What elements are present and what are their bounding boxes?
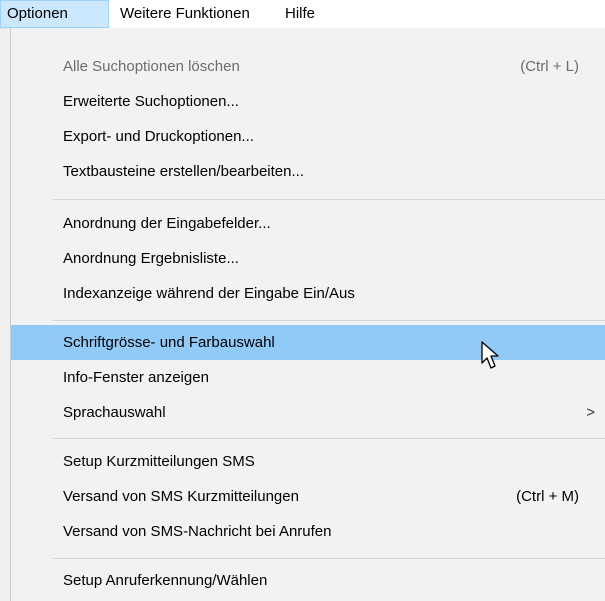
menu-separator [53, 199, 605, 200]
menu-item-label: Anordnung Ergebnisliste... [63, 250, 239, 267]
menu-item-label: Alle Suchoptionen löschen [63, 58, 240, 75]
menu-item-label: Indexanzeige während der Eingabe Ein/Aus [63, 285, 355, 302]
mouse-pointer-icon [481, 341, 499, 369]
menu-item-label: Setup Anruferkennung/Wählen [63, 572, 268, 589]
menu-item-label: Schriftgrösse- und Farbauswahl [63, 334, 275, 351]
menubar-label: Weitere Funktionen [120, 5, 250, 22]
menu-separator [53, 438, 605, 439]
menu-item-send-sms-on-call[interactable]: Versand von SMS-Nachricht bei Anrufen [11, 514, 605, 549]
menu-item-label: Info-Fenster anzeigen [63, 369, 209, 386]
menu-item-language-selection[interactable]: Sprachauswahl > [11, 395, 605, 430]
menu-item-label: Versand von SMS Kurzmitteilungen [63, 488, 299, 505]
menu-item-setup-sms[interactable]: Setup Kurzmitteilungen SMS [11, 444, 605, 479]
menu-item-label: Versand von SMS-Nachricht bei Anrufen [63, 523, 332, 540]
menubar-label: Optionen [7, 5, 68, 22]
options-dropdown-menu: Alle Suchoptionen löschen (Ctrl + L) Erw… [10, 28, 605, 601]
menu-item-show-info-window[interactable]: Info-Fenster anzeigen [11, 360, 605, 395]
menu-bar: Optionen Weitere Funktionen Hilfe [0, 0, 605, 29]
menu-item-label: Erweiterte Suchoptionen... [63, 93, 239, 110]
menubar-label: Hilfe [285, 5, 316, 22]
menu-item-font-color-selection[interactable]: Schriftgrösse- und Farbauswahl [11, 325, 605, 360]
menu-item-setup-caller-id[interactable]: Setup Anruferkennung/Wählen [11, 563, 605, 598]
menu-item-label: Anordnung der Eingabefelder... [63, 215, 271, 232]
menu-item-label: Sprachauswahl [63, 404, 166, 421]
menubar-item-hilfe[interactable]: Hilfe [279, 0, 321, 28]
menu-item-clear-search-options[interactable]: Alle Suchoptionen löschen (Ctrl + L) [11, 49, 605, 84]
menubar-item-weitere-funktionen[interactable]: Weitere Funktionen [114, 0, 256, 28]
menu-item-result-list-layout[interactable]: Anordnung Ergebnisliste... [11, 241, 605, 276]
menu-item-send-sms[interactable]: Versand von SMS Kurzmitteilungen (Ctrl +… [11, 479, 605, 514]
menu-item-extended-search-options[interactable]: Erweiterte Suchoptionen... [11, 84, 605, 119]
menu-separator [53, 558, 605, 559]
menu-item-input-field-layout[interactable]: Anordnung der Eingabefelder... [11, 206, 605, 241]
menubar-item-optionen[interactable]: Optionen [0, 0, 109, 28]
chevron-right-icon: > [586, 404, 595, 421]
menu-item-index-display-toggle[interactable]: Indexanzeige während der Eingabe Ein/Aus [11, 276, 605, 311]
menu-item-label: Export- und Druckoptionen... [63, 128, 254, 145]
menu-item-text-modules[interactable]: Textbausteine erstellen/bearbeiten... [11, 154, 605, 189]
menu-item-shortcut: (Ctrl + M) [516, 488, 579, 505]
menu-item-label: Textbausteine erstellen/bearbeiten... [63, 163, 304, 180]
menu-item-export-print-options[interactable]: Export- und Druckoptionen... [11, 119, 605, 154]
menu-item-shortcut: (Ctrl + L) [520, 58, 579, 75]
menu-item-label: Setup Kurzmitteilungen SMS [63, 453, 255, 470]
menu-separator [53, 320, 605, 321]
